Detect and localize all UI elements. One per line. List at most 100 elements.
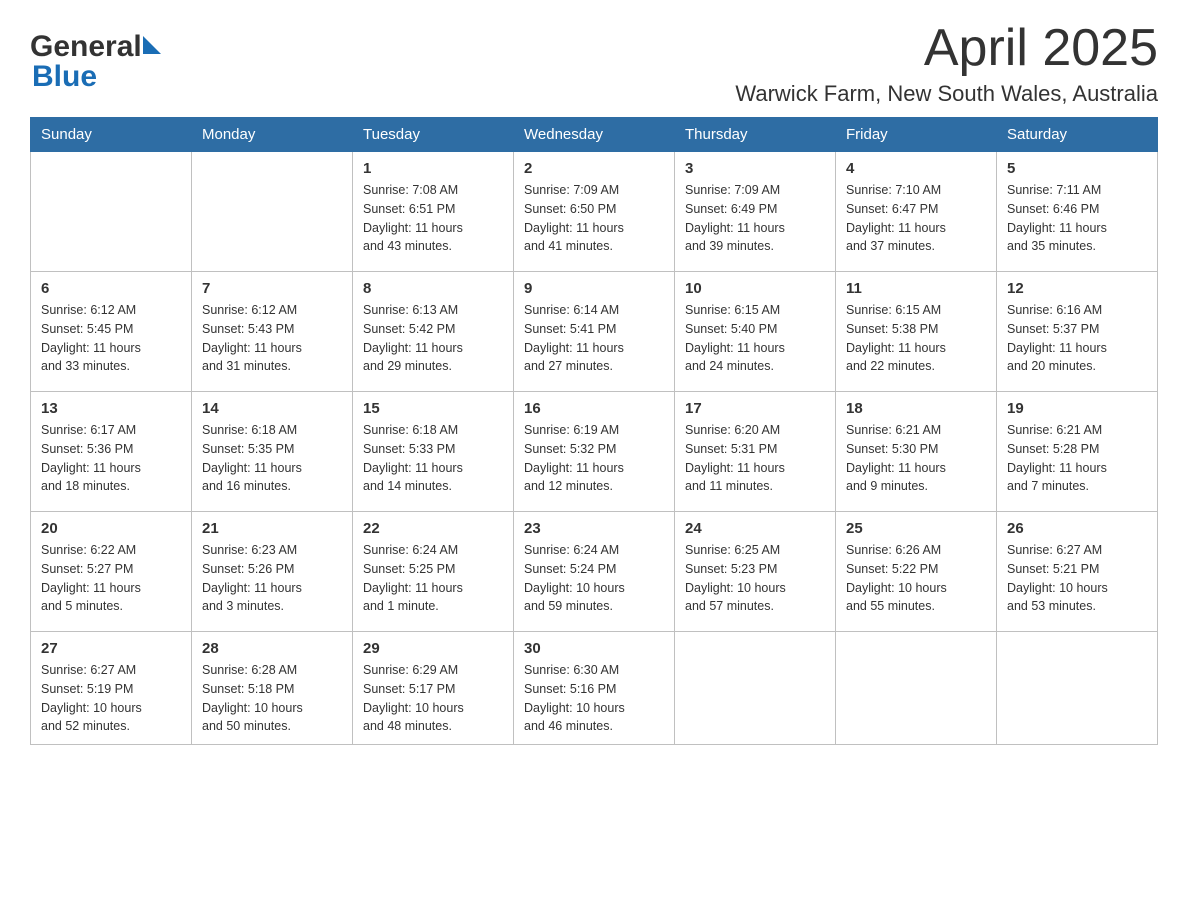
calendar-table: SundayMondayTuesdayWednesdayThursdayFrid… <box>30 117 1158 745</box>
day-number: 19 <box>1007 400 1147 417</box>
logo-general-text: General <box>30 30 142 64</box>
day-number: 20 <box>41 520 181 537</box>
day-info: Sunrise: 6:15 AM Sunset: 5:38 PM Dayligh… <box>846 301 986 376</box>
day-info: Sunrise: 6:25 AM Sunset: 5:23 PM Dayligh… <box>685 541 825 616</box>
calendar-cell: 8 Sunrise: 6:13 AM Sunset: 5:42 PM Daylig… <box>353 272 514 392</box>
calendar-week-1: 1Sunrise: 7:08 AM Sunset: 6:51 PM Daylig… <box>31 152 1158 272</box>
day-info: Sunrise: 6:27 AM Sunset: 5:19 PM Dayligh… <box>41 661 181 736</box>
day-number: 14 <box>202 400 342 417</box>
calendar-cell: 11 Sunrise: 6:15 AM Sunset: 5:38 PM Dayli… <box>836 272 997 392</box>
calendar-week-2: 6Sunrise: 6:12 AM Sunset: 5:45 PM Daylig… <box>31 272 1158 392</box>
calendar-cell: 15 Sunrise: 6:18 AM Sunset: 5:33 PM Dayli… <box>353 392 514 512</box>
day-info: Sunrise: 6:17 AM Sunset: 5:36 PM Dayligh… <box>41 421 181 496</box>
calendar-cell: 6Sunrise: 6:12 AM Sunset: 5:45 PM Daylig… <box>31 272 192 392</box>
day-number: 23 <box>524 520 664 537</box>
day-info: Sunrise: 6:18 AM Sunset: 5:33 PM Dayligh… <box>363 421 503 496</box>
day-number: 7 <box>202 280 342 297</box>
day-info: Sunrise: 7:11 AM Sunset: 6:46 PM Dayligh… <box>1007 181 1147 256</box>
page-title: April 2025 <box>735 20 1158 77</box>
day-number: 17 <box>685 400 825 417</box>
day-info: Sunrise: 6:21 AM Sunset: 5:30 PM Dayligh… <box>846 421 986 496</box>
day-info: Sunrise: 6:19 AM Sunset: 5:32 PM Dayligh… <box>524 421 664 496</box>
header-day-friday: Friday <box>836 118 997 152</box>
day-number: 16 <box>524 400 664 417</box>
day-number: 25 <box>846 520 986 537</box>
calendar-cell: 2Sunrise: 7:09 AM Sunset: 6:50 PM Daylig… <box>514 152 675 272</box>
day-number: 3 <box>685 160 825 177</box>
day-number: 9 <box>524 280 664 297</box>
day-info: Sunrise: 6:13 AM Sunset: 5:42 PM Dayligh… <box>363 301 503 376</box>
day-number: 26 <box>1007 520 1147 537</box>
calendar-cell: 28Sunrise: 6:28 AM Sunset: 5:18 PM Dayli… <box>192 632 353 745</box>
calendar-cell: 22 Sunrise: 6:24 AM Sunset: 5:25 PM Dayli… <box>353 512 514 632</box>
calendar-cell <box>31 152 192 272</box>
day-number: 29 <box>363 640 503 657</box>
day-info: Sunrise: 6:12 AM Sunset: 5:43 PM Dayligh… <box>202 301 342 376</box>
calendar-cell: 3 Sunrise: 7:09 AM Sunset: 6:49 PM Daylig… <box>675 152 836 272</box>
calendar-week-3: 13 Sunrise: 6:17 AM Sunset: 5:36 PM Dayli… <box>31 392 1158 512</box>
day-number: 15 <box>363 400 503 417</box>
page-subtitle: Warwick Farm, New South Wales, Australia <box>735 81 1158 107</box>
day-info: Sunrise: 7:08 AM Sunset: 6:51 PM Dayligh… <box>363 181 503 256</box>
calendar-cell: 4 Sunrise: 7:10 AM Sunset: 6:47 PM Daylig… <box>836 152 997 272</box>
calendar-week-4: 20 Sunrise: 6:22 AM Sunset: 5:27 PM Dayli… <box>31 512 1158 632</box>
logo: General Blue <box>30 30 161 94</box>
page-header: General Blue April 2025 Warwick Farm, Ne… <box>30 20 1158 107</box>
header-day-monday: Monday <box>192 118 353 152</box>
calendar-cell: 10 Sunrise: 6:15 AM Sunset: 5:40 PM Dayli… <box>675 272 836 392</box>
calendar-cell: 26 Sunrise: 6:27 AM Sunset: 5:21 PM Dayli… <box>997 512 1158 632</box>
day-number: 13 <box>41 400 181 417</box>
calendar-cell: 14 Sunrise: 6:18 AM Sunset: 5:35 PM Dayli… <box>192 392 353 512</box>
day-number: 6 <box>41 280 181 297</box>
calendar-cell: 20 Sunrise: 6:22 AM Sunset: 5:27 PM Dayli… <box>31 512 192 632</box>
logo-arrow-icon <box>143 36 161 54</box>
day-info: Sunrise: 6:18 AM Sunset: 5:35 PM Dayligh… <box>202 421 342 496</box>
day-info: Sunrise: 6:14 AM Sunset: 5:41 PM Dayligh… <box>524 301 664 376</box>
calendar-cell: 7 Sunrise: 6:12 AM Sunset: 5:43 PM Daylig… <box>192 272 353 392</box>
calendar-cell: 30Sunrise: 6:30 AM Sunset: 5:16 PM Dayli… <box>514 632 675 745</box>
header-row: SundayMondayTuesdayWednesdayThursdayFrid… <box>31 118 1158 152</box>
calendar-cell: 12 Sunrise: 6:16 AM Sunset: 5:37 PM Dayli… <box>997 272 1158 392</box>
day-number: 2 <box>524 160 664 177</box>
calendar-cell: 21Sunrise: 6:23 AM Sunset: 5:26 PM Dayli… <box>192 512 353 632</box>
calendar-cell <box>836 632 997 745</box>
day-info: Sunrise: 6:24 AM Sunset: 5:24 PM Dayligh… <box>524 541 664 616</box>
calendar-cell: 16 Sunrise: 6:19 AM Sunset: 5:32 PM Dayli… <box>514 392 675 512</box>
day-info: Sunrise: 6:22 AM Sunset: 5:27 PM Dayligh… <box>41 541 181 616</box>
calendar-cell: 1Sunrise: 7:08 AM Sunset: 6:51 PM Daylig… <box>353 152 514 272</box>
calendar-cell: 24Sunrise: 6:25 AM Sunset: 5:23 PM Dayli… <box>675 512 836 632</box>
day-number: 30 <box>524 640 664 657</box>
header-day-tuesday: Tuesday <box>353 118 514 152</box>
calendar-cell: 17Sunrise: 6:20 AM Sunset: 5:31 PM Dayli… <box>675 392 836 512</box>
logo-blue-text: Blue <box>32 60 97 94</box>
header-day-saturday: Saturday <box>997 118 1158 152</box>
day-number: 12 <box>1007 280 1147 297</box>
header-day-sunday: Sunday <box>31 118 192 152</box>
day-info: Sunrise: 7:09 AM Sunset: 6:49 PM Dayligh… <box>685 181 825 256</box>
day-number: 8 <box>363 280 503 297</box>
header-day-wednesday: Wednesday <box>514 118 675 152</box>
day-info: Sunrise: 6:29 AM Sunset: 5:17 PM Dayligh… <box>363 661 503 736</box>
day-number: 18 <box>846 400 986 417</box>
day-number: 21 <box>202 520 342 537</box>
day-info: Sunrise: 6:24 AM Sunset: 5:25 PM Dayligh… <box>363 541 503 616</box>
calendar-cell <box>675 632 836 745</box>
day-number: 22 <box>363 520 503 537</box>
calendar-cell: 19Sunrise: 6:21 AM Sunset: 5:28 PM Dayli… <box>997 392 1158 512</box>
day-info: Sunrise: 7:10 AM Sunset: 6:47 PM Dayligh… <box>846 181 986 256</box>
day-info: Sunrise: 6:15 AM Sunset: 5:40 PM Dayligh… <box>685 301 825 376</box>
calendar-week-5: 27 Sunrise: 6:27 AM Sunset: 5:19 PM Dayli… <box>31 632 1158 745</box>
day-info: Sunrise: 6:28 AM Sunset: 5:18 PM Dayligh… <box>202 661 342 736</box>
day-number: 10 <box>685 280 825 297</box>
calendar-cell: 18 Sunrise: 6:21 AM Sunset: 5:30 PM Dayli… <box>836 392 997 512</box>
day-number: 11 <box>846 280 986 297</box>
header-day-thursday: Thursday <box>675 118 836 152</box>
calendar-header: SundayMondayTuesdayWednesdayThursdayFrid… <box>31 118 1158 152</box>
calendar-cell: 9 Sunrise: 6:14 AM Sunset: 5:41 PM Daylig… <box>514 272 675 392</box>
calendar-cell: 5Sunrise: 7:11 AM Sunset: 6:46 PM Daylig… <box>997 152 1158 272</box>
day-number: 4 <box>846 160 986 177</box>
day-number: 27 <box>41 640 181 657</box>
calendar-cell <box>997 632 1158 745</box>
day-info: Sunrise: 6:27 AM Sunset: 5:21 PM Dayligh… <box>1007 541 1147 616</box>
day-info: Sunrise: 6:16 AM Sunset: 5:37 PM Dayligh… <box>1007 301 1147 376</box>
